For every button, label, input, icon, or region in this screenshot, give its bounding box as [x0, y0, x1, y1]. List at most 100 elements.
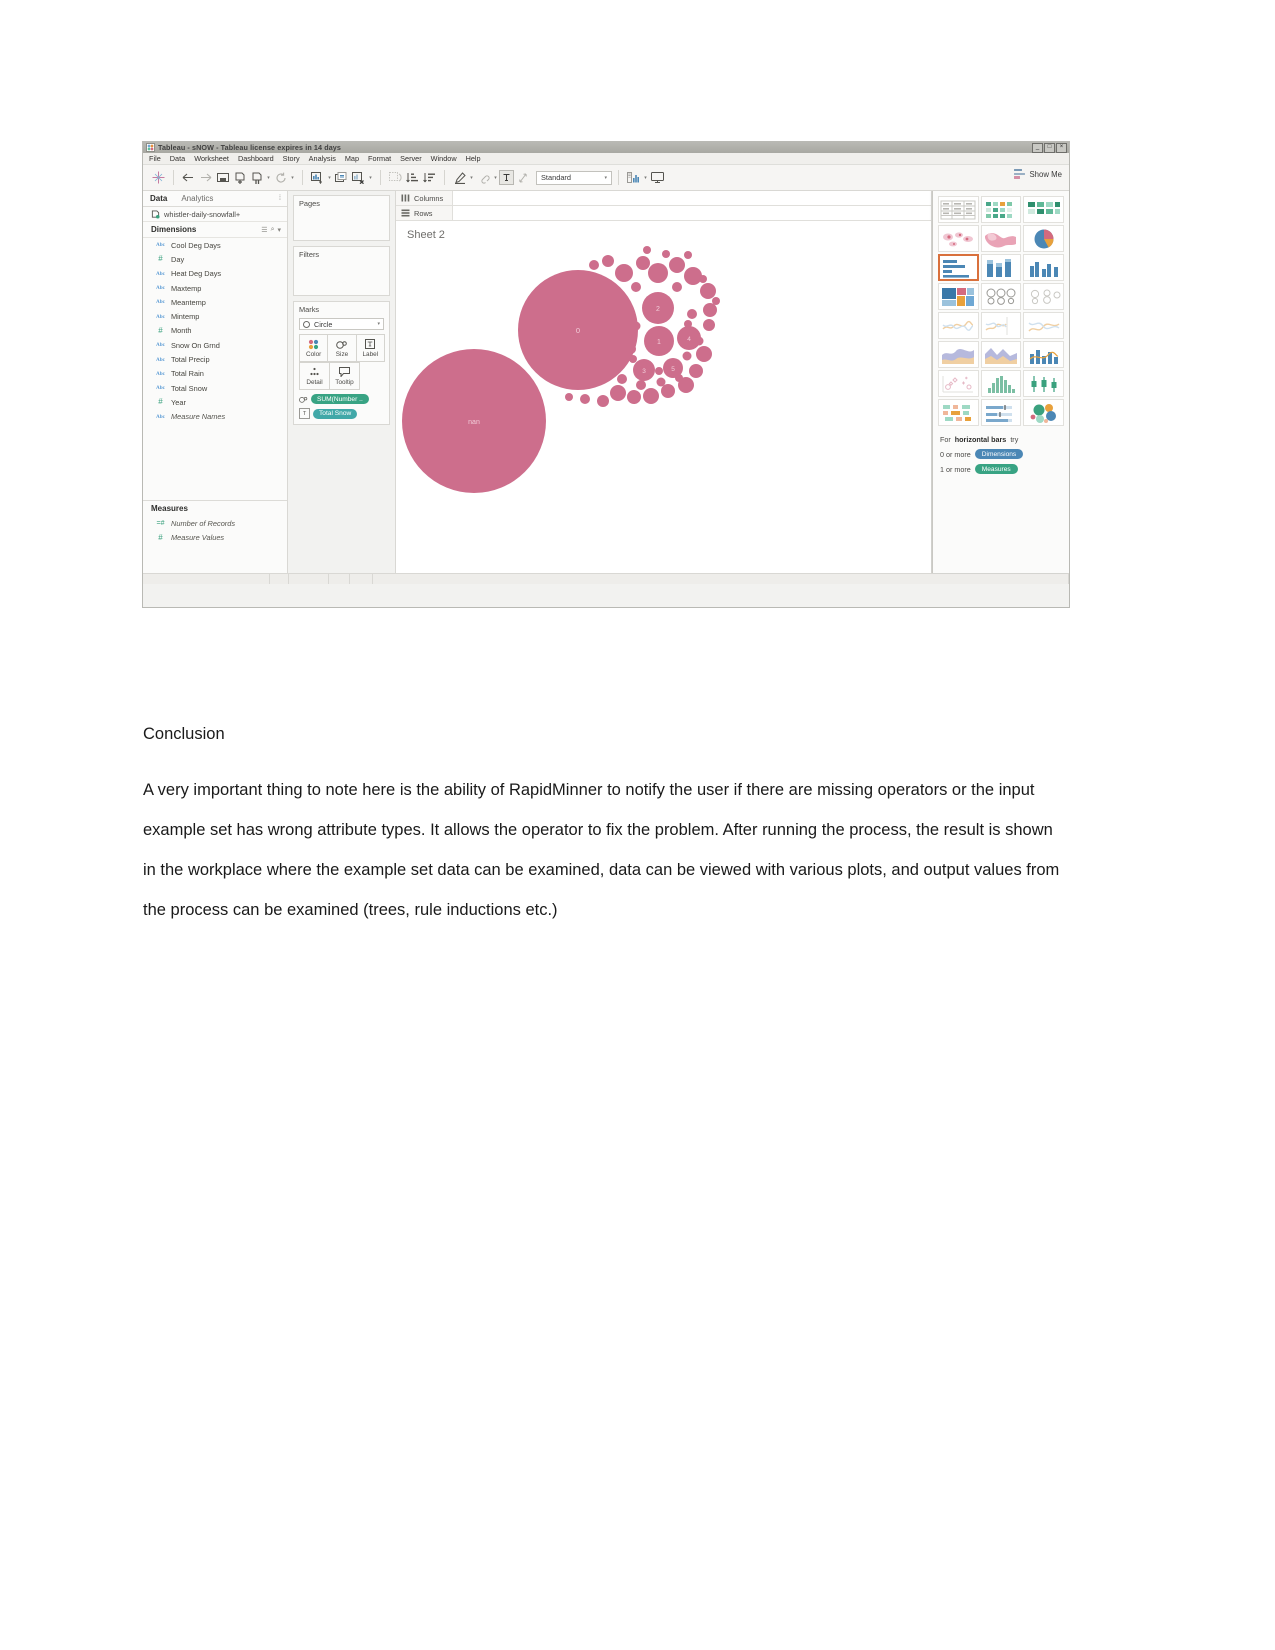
thumb-horizontal-bars[interactable]: [938, 254, 979, 281]
thumb-area-continuous[interactable]: [938, 341, 979, 368]
chevron-down-icon[interactable]: ▾: [642, 169, 649, 186]
show-me-button[interactable]: Show Me: [1014, 169, 1062, 179]
menu-format[interactable]: Format: [368, 154, 391, 163]
thumb-text-table[interactable]: [938, 196, 979, 223]
sort-descending-icon[interactable]: [421, 169, 438, 186]
show-me-grid[interactable]: [938, 196, 1064, 426]
chevron-down-icon[interactable]: ▾: [326, 169, 333, 186]
menu-window[interactable]: Window: [431, 154, 457, 163]
add-data-source-icon[interactable]: [231, 169, 248, 186]
data-pane-tabs[interactable]: Data Analytics ⁞: [143, 191, 287, 207]
maximize-button[interactable]: □: [1044, 143, 1055, 153]
sort-ascending-icon[interactable]: [404, 169, 421, 186]
field-total-rain[interactable]: Abc Total Rain: [143, 367, 287, 381]
new-worksheet-icon[interactable]: [309, 169, 326, 186]
menu-map[interactable]: Map: [345, 154, 359, 163]
close-button[interactable]: ×: [1056, 143, 1067, 153]
pages-card[interactable]: Pages: [293, 195, 390, 241]
field-month[interactable]: # Month: [143, 324, 287, 338]
thumb-highlight-table[interactable]: [1023, 196, 1064, 223]
chevron-down-icon[interactable]: ▾: [277, 226, 281, 234]
tableau-logo-icon[interactable]: [150, 169, 167, 186]
field-number-of-records[interactable]: =# Number of Records: [143, 516, 287, 530]
thumb-gantt[interactable]: [938, 399, 979, 426]
menu-dashboard[interactable]: Dashboard: [238, 154, 274, 163]
chevron-down-icon[interactable]: ▾: [289, 169, 296, 186]
pill-total-snow[interactable]: Total Snow: [313, 408, 358, 419]
thumb-bullet-graph[interactable]: [980, 399, 1022, 426]
show-me-panel[interactable]: For horizontal bars try 0 or more Dimens…: [932, 191, 1069, 573]
clear-sheet-icon[interactable]: [350, 169, 367, 186]
thumb-stacked-bars[interactable]: [980, 254, 1022, 281]
thumb-symbol-map[interactable]: [938, 225, 979, 252]
field-meantemp[interactable]: Abc Meantemp: [143, 295, 287, 309]
window-controls[interactable]: _ □ ×: [1032, 143, 1067, 153]
menu-analysis[interactable]: Analysis: [309, 154, 336, 163]
highlighter-icon[interactable]: [451, 169, 468, 186]
chevron-down-icon[interactable]: ▾: [367, 169, 374, 186]
filters-card[interactable]: Filters: [293, 246, 390, 296]
thumb-histogram[interactable]: [980, 370, 1022, 397]
field-measure-names[interactable]: Abc Measure Names: [143, 410, 287, 424]
columns-drop-zone[interactable]: [452, 191, 931, 205]
pause-data-icon[interactable]: [248, 169, 265, 186]
thumb-side-by-side-circles[interactable]: [1023, 283, 1064, 310]
field-measure-values[interactable]: # Measure Values: [143, 531, 287, 545]
thumb-pie-chart[interactable]: [1023, 225, 1064, 252]
tab-data[interactable]: Data: [150, 194, 167, 203]
thumb-treemap[interactable]: [938, 283, 979, 310]
thumb-lines-continuous[interactable]: [938, 312, 979, 339]
thumb-scatter-plot[interactable]: [938, 370, 979, 397]
menu-story[interactable]: Story: [283, 154, 300, 163]
thumb-circle-views[interactable]: [980, 283, 1022, 310]
menu-file[interactable]: File: [149, 154, 161, 163]
packed-bubbles-chart[interactable]: nan 0 2 1 4 3 5: [396, 221, 931, 573]
field-total-snow[interactable]: Abc Total Snow: [143, 381, 287, 395]
label-shelf-row[interactable]: T Total Snow: [299, 408, 384, 419]
show-hide-cards-icon[interactable]: [625, 169, 642, 186]
menu-worksheet[interactable]: Worksheet: [194, 154, 229, 163]
thumb-area-discrete[interactable]: [980, 341, 1022, 368]
forward-arrow-icon[interactable]: [197, 169, 214, 186]
search-icon[interactable]: ⌕: [271, 226, 275, 234]
presentation-mode-icon[interactable]: [649, 169, 666, 186]
size-shelf-row[interactable]: SUM(Number ..: [299, 394, 384, 404]
field-snow-on-grnd[interactable]: Abc Snow On Grnd: [143, 338, 287, 352]
pane-resize-handle[interactable]: ⁞: [279, 195, 281, 202]
columns-shelf[interactable]: Columns: [396, 191, 931, 206]
field-cool-deg-days[interactable]: Abc Cool Deg Days: [143, 238, 287, 252]
menu-data[interactable]: Data: [170, 154, 185, 163]
tooltip-button[interactable]: Tooltip: [329, 362, 360, 390]
chevron-down-icon[interactable]: ▾: [377, 321, 380, 327]
menu-server[interactable]: Server: [400, 154, 422, 163]
thumb-dual-lines[interactable]: [1023, 312, 1064, 339]
worksheet-canvas[interactable]: Sheet 2 nan 0 2 1 4 3 5: [396, 221, 931, 573]
chevron-down-icon[interactable]: ▾: [468, 169, 475, 186]
field-mintemp[interactable]: Abc Mintemp: [143, 309, 287, 323]
thumb-lines-discrete[interactable]: [980, 312, 1022, 339]
fix-axes-icon[interactable]: [514, 169, 531, 186]
back-arrow-icon[interactable]: [180, 169, 197, 186]
chevron-down-icon[interactable]: ▾: [604, 175, 607, 181]
field-year[interactable]: # Year: [143, 395, 287, 409]
detail-button[interactable]: Detail: [299, 362, 330, 390]
group-by-folder-icon[interactable]: ☰: [261, 226, 267, 234]
chevron-down-icon[interactable]: ▾: [492, 169, 499, 186]
mark-type-dropdown[interactable]: Circle ▾: [299, 318, 384, 330]
label-button[interactable]: Label: [355, 334, 385, 362]
color-button[interactable]: Color: [299, 334, 329, 362]
refresh-icon[interactable]: [272, 169, 289, 186]
rows-drop-zone[interactable]: [452, 206, 931, 220]
duplicate-worksheet-icon[interactable]: [333, 169, 350, 186]
thumb-heat-map[interactable]: [980, 196, 1022, 223]
thumb-box-and-whisker[interactable]: [1023, 370, 1064, 397]
menu-help[interactable]: Help: [466, 154, 481, 163]
save-icon[interactable]: [214, 169, 231, 186]
thumb-filled-map[interactable]: [980, 225, 1022, 252]
menu-bar[interactable]: File Data Worksheet Dashboard Story Anal…: [143, 153, 1069, 165]
field-total-precip[interactable]: Abc Total Precip: [143, 352, 287, 366]
field-maxtemp[interactable]: Abc Maxtemp: [143, 281, 287, 295]
chevron-down-icon[interactable]: ▾: [265, 169, 272, 186]
field-heat-deg-days[interactable]: Abc Heat Deg Days: [143, 267, 287, 281]
field-day[interactable]: # Day: [143, 252, 287, 266]
